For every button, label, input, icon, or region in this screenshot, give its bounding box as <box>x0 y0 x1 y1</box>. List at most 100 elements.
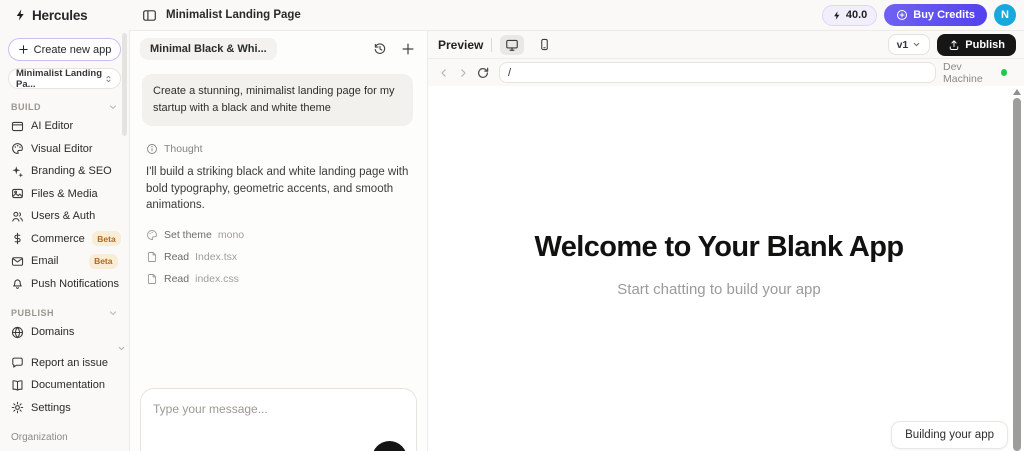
thought-info-icon <box>147 144 157 155</box>
sidebar-item-commerce[interactable]: Commerce Beta <box>8 228 122 251</box>
sidebar-item-push-notifications[interactable]: Push Notifications <box>8 273 121 296</box>
chevron-left-icon <box>441 68 446 77</box>
environment-status: Dev Machine <box>943 61 1015 85</box>
sidebar-item-label: Branding & SEO <box>31 165 112 178</box>
publish-section-label: PUBLISH <box>11 308 55 318</box>
sidebar-item-label: Settings <box>31 401 71 414</box>
nav-back-button[interactable] <box>438 67 450 79</box>
online-status-dot <box>1000 69 1007 76</box>
stop-generation-button[interactable] <box>372 441 407 451</box>
preview-subheading: Start chatting to build your app <box>617 281 821 298</box>
publish-button[interactable]: Publish <box>937 33 1016 56</box>
thought-label: Thought <box>164 143 203 156</box>
sidebar-item-email[interactable]: Email Beta <box>8 250 121 273</box>
monitor-icon <box>506 39 519 51</box>
sidebar-item-label: Commerce <box>31 232 85 245</box>
chat-bubble-icon <box>12 357 23 368</box>
nav-forward-button[interactable] <box>457 67 469 79</box>
sidebar-item-ai-editor[interactable]: AI Editor <box>8 115 121 138</box>
scrollbar-up-arrow[interactable] <box>1013 89 1021 95</box>
publish-section-header[interactable]: PUBLISH <box>11 308 118 318</box>
create-new-app-button[interactable]: Create new app <box>8 38 121 61</box>
tool-arg: index.css <box>195 273 239 286</box>
top-bar: Hercules Minimalist Landing Page 40.0 Bu… <box>0 0 1024 30</box>
app-logo: Hercules <box>0 8 130 23</box>
plus-icon <box>18 45 28 54</box>
sidebar-item-domains[interactable]: Domains <box>8 321 121 344</box>
image-icon <box>12 189 23 199</box>
refresh-icon <box>478 67 489 78</box>
panel-toggle-icon[interactable] <box>142 8 157 23</box>
message-input[interactable] <box>153 402 404 416</box>
sidebar-item-settings[interactable]: Settings <box>8 397 121 420</box>
sidebar-item-documentation[interactable]: Documentation <box>8 374 121 397</box>
chat-tab[interactable]: Minimal Black & Whi... <box>140 38 277 60</box>
create-new-app-label: Create new app <box>33 43 112 56</box>
sidebar-item-visual-editor[interactable]: Visual Editor <box>8 138 121 161</box>
sparkles-icon <box>12 165 24 178</box>
sidebar-item-users-auth[interactable]: Users & Auth <box>8 205 121 228</box>
url-input[interactable] <box>508 66 927 79</box>
tool-action-label: Read <box>164 251 190 264</box>
preview-panel: Preview v1 Publish / Dev Machine Welcome… <box>428 30 1024 451</box>
sidebar: Create new app Minimalist Landing Pa... … <box>0 30 130 451</box>
thought-row[interactable]: Thought <box>146 143 411 155</box>
tool-call-read-index-css[interactable]: Read index.css <box>146 268 411 290</box>
sidebar-item-report-issue[interactable]: Report an issue <box>8 352 121 375</box>
sidebar-item-label: Email <box>31 255 59 268</box>
sidebar-item-label: Domains <box>31 326 75 339</box>
refresh-button[interactable] <box>476 66 490 80</box>
tool-action-label: Read <box>164 273 190 286</box>
bolt-icon <box>16 9 24 21</box>
build-section-header[interactable]: BUILD <box>11 102 118 112</box>
chevron-down-icon <box>110 311 116 315</box>
dollar-icon <box>14 233 21 245</box>
chevron-up-down-icon <box>106 75 111 82</box>
sidebar-item-label: AI Editor <box>31 120 74 133</box>
sidebar-scrollbar-thumb[interactable] <box>122 33 127 136</box>
chevron-down-icon <box>914 42 920 47</box>
project-selector[interactable]: Minimalist Landing Pa... <box>8 68 121 90</box>
url-bar[interactable] <box>499 62 936 83</box>
preview-scrollbar[interactable] <box>1010 86 1024 451</box>
bell-icon <box>13 279 22 290</box>
palette-icon <box>12 143 23 155</box>
credits-value: 40.0 <box>845 9 868 21</box>
sidebar-item-label: Visual Editor <box>31 142 93 155</box>
history-icon[interactable] <box>373 42 387 56</box>
organization-label: Organization <box>11 432 68 443</box>
globe-icon <box>11 326 24 339</box>
sidebar-item-label: Files & Media <box>31 187 98 200</box>
new-chat-plus-icon[interactable] <box>401 42 415 56</box>
beta-badge: Beta <box>88 253 118 269</box>
browser-window-icon <box>11 121 24 131</box>
sidebar-item-branding-seo[interactable]: Branding & SEO <box>8 160 121 183</box>
bolt-icon <box>833 10 840 20</box>
app-name: Hercules <box>32 7 88 23</box>
tool-call-set-theme[interactable]: Set theme mono <box>146 224 411 246</box>
version-dropdown[interactable]: v1 <box>887 34 931 55</box>
scroll-down-chevron-icon[interactable] <box>117 344 126 353</box>
credits-balance[interactable]: 40.0 <box>821 4 878 26</box>
version-value: v1 <box>896 38 909 51</box>
environment-label: Dev Machine <box>943 60 983 85</box>
upload-icon <box>950 39 959 50</box>
preview-heading: Welcome to Your Blank App <box>534 231 904 263</box>
mobile-view-button[interactable] <box>532 35 556 55</box>
gear-icon <box>11 402 24 414</box>
scrollbar-thumb[interactable] <box>1013 98 1021 451</box>
buy-credits-label: Buy Credits <box>913 9 975 21</box>
mail-icon <box>11 256 24 266</box>
buy-credits-button[interactable]: Buy Credits <box>884 4 987 26</box>
palette-icon <box>147 230 157 241</box>
page-title: Minimalist Landing Page <box>166 9 301 21</box>
sidebar-item-files-media[interactable]: Files & Media <box>8 183 121 206</box>
desktop-view-button[interactable] <box>500 34 525 55</box>
user-avatar[interactable]: N <box>994 4 1016 26</box>
tool-call-read-index-tsx[interactable]: Read Index.tsx <box>146 246 411 268</box>
sidebar-item-label: Users & Auth <box>31 210 96 223</box>
tool-action-label: Set theme <box>164 229 212 242</box>
tool-arg: mono <box>217 229 245 242</box>
publish-label: Publish <box>965 38 1005 51</box>
assistant-message: I'll build a striking black and white la… <box>146 166 409 212</box>
